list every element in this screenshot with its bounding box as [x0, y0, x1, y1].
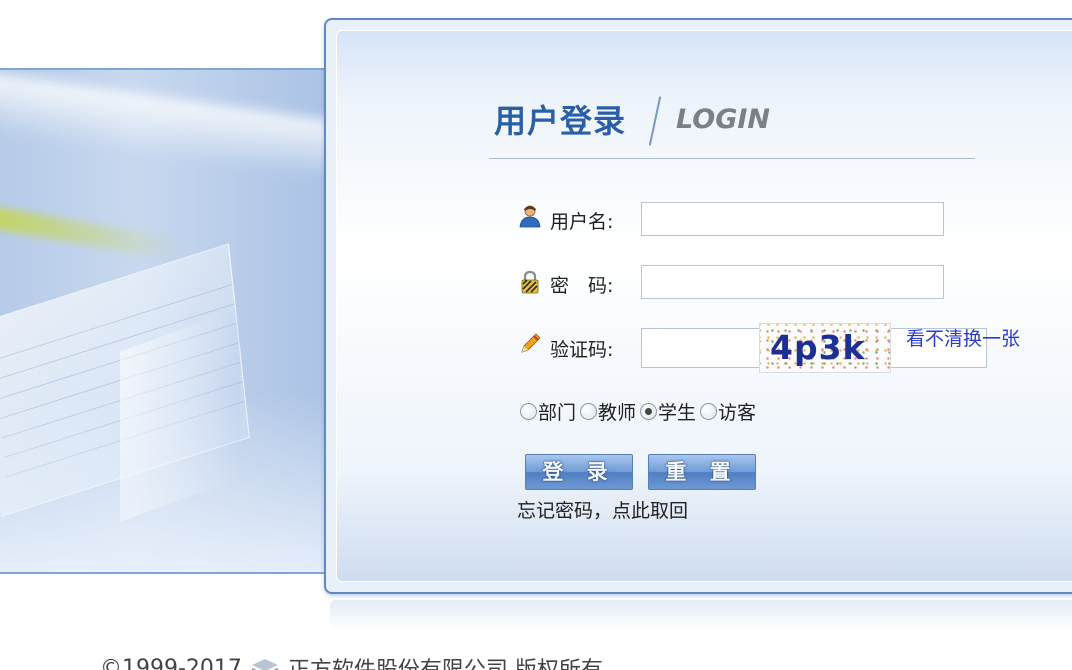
username-input[interactable] — [641, 202, 944, 236]
company-text: 正方软件股份有限公司 版权所有 — [288, 652, 603, 670]
title-underline — [489, 158, 975, 159]
decorative-banner-image — [0, 68, 340, 574]
reset-button[interactable]: 重 置 — [648, 454, 756, 490]
company-logo-icon — [251, 659, 279, 670]
captcha-image-text: 4p3k — [770, 328, 866, 367]
password-input[interactable] — [641, 265, 944, 299]
login-button[interactable]: 登 录 — [525, 454, 633, 490]
panel-reflection — [330, 600, 1072, 630]
radio-student[interactable]: 学生 — [640, 398, 696, 425]
radio-department[interactable]: 部门 — [520, 398, 576, 425]
radio-button[interactable] — [580, 403, 598, 420]
pencil-icon — [521, 333, 541, 353]
role-radio-group: 部门 教师 学生 访客 — [520, 398, 760, 425]
user-icon — [519, 205, 541, 228]
radio-button[interactable] — [700, 403, 718, 420]
footer: ©1999-2017 正方软件股份有限公司 版权所有 — [100, 652, 603, 670]
copyright-text: ©1999-2017 — [100, 655, 242, 670]
radio-button-checked[interactable] — [640, 403, 658, 420]
lock-icon — [521, 270, 539, 294]
login-title: 用户登录 — [494, 102, 627, 140]
captcha-image[interactable]: 4p3k — [759, 323, 891, 373]
login-title-en: LOGIN — [676, 104, 770, 135]
captcha-refresh-link[interactable]: 看不清换一张 — [906, 324, 1020, 351]
forgot-password-link[interactable]: 忘记密码，点此取回 — [517, 496, 688, 523]
radio-teacher[interactable]: 教师 — [580, 398, 636, 425]
captcha-label: 验证码: — [550, 339, 614, 361]
login-page: 用户登录 LOGIN 用户名: 密 码: 验证码: 4p3k 看不清换一张 部门 — [0, 0, 1072, 670]
radio-visitor[interactable]: 访客 — [700, 398, 756, 425]
radio-button[interactable] — [520, 403, 537, 420]
username-label: 用户名: — [550, 211, 614, 233]
password-label: 密 码: — [550, 275, 614, 297]
